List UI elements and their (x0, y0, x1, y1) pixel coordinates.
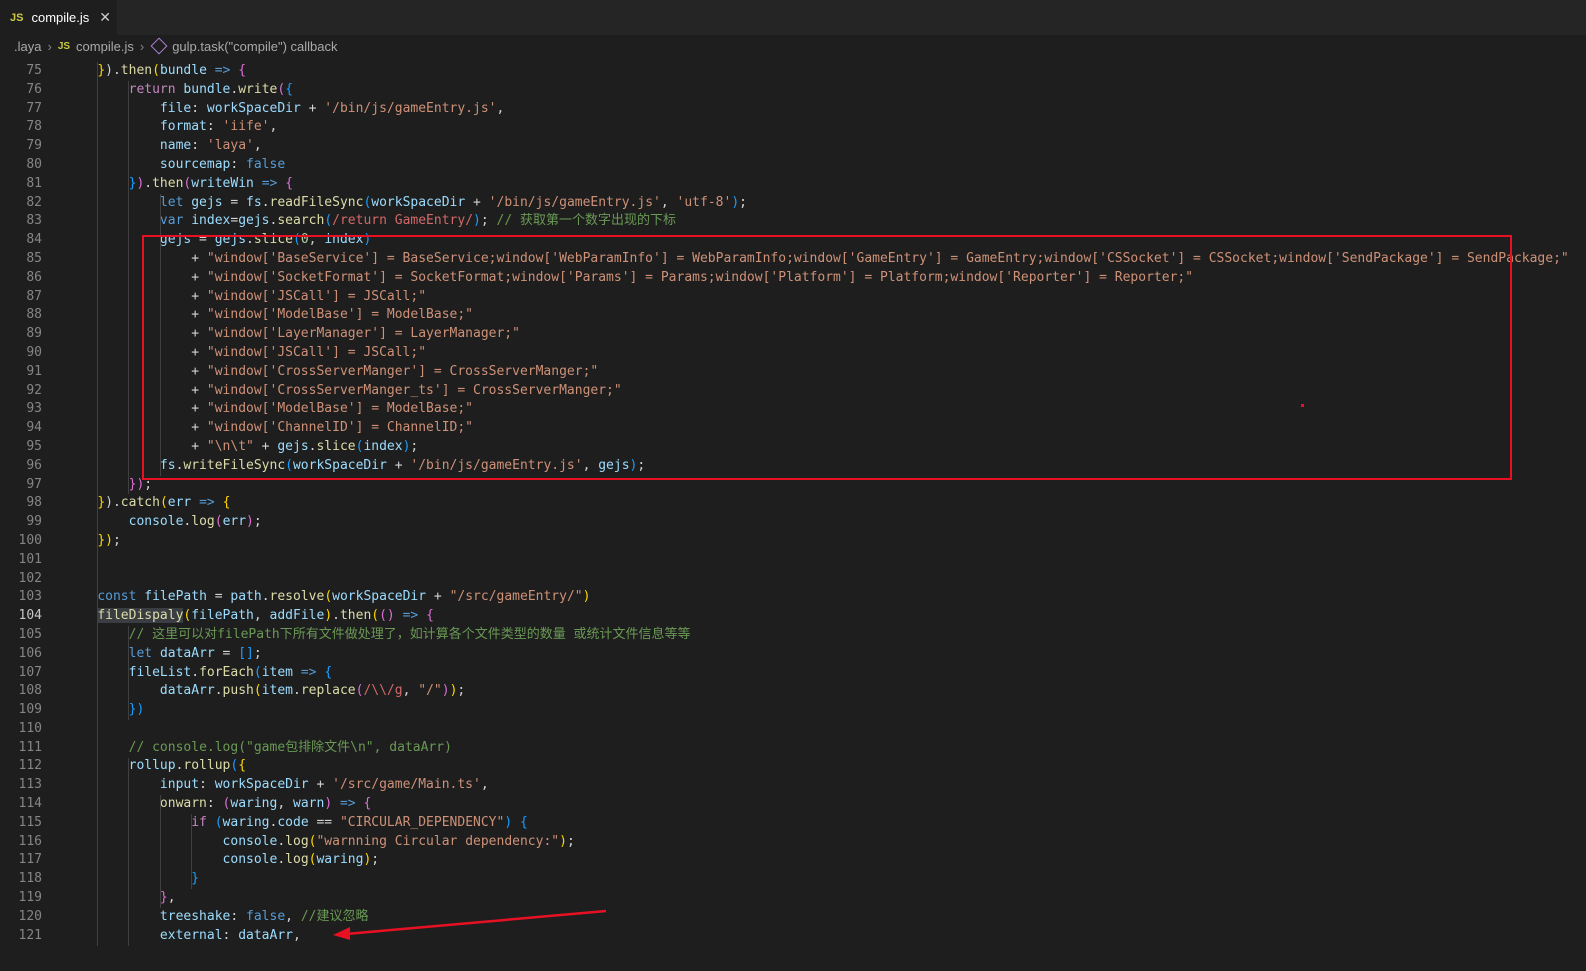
annotation-arrow (333, 909, 607, 940)
